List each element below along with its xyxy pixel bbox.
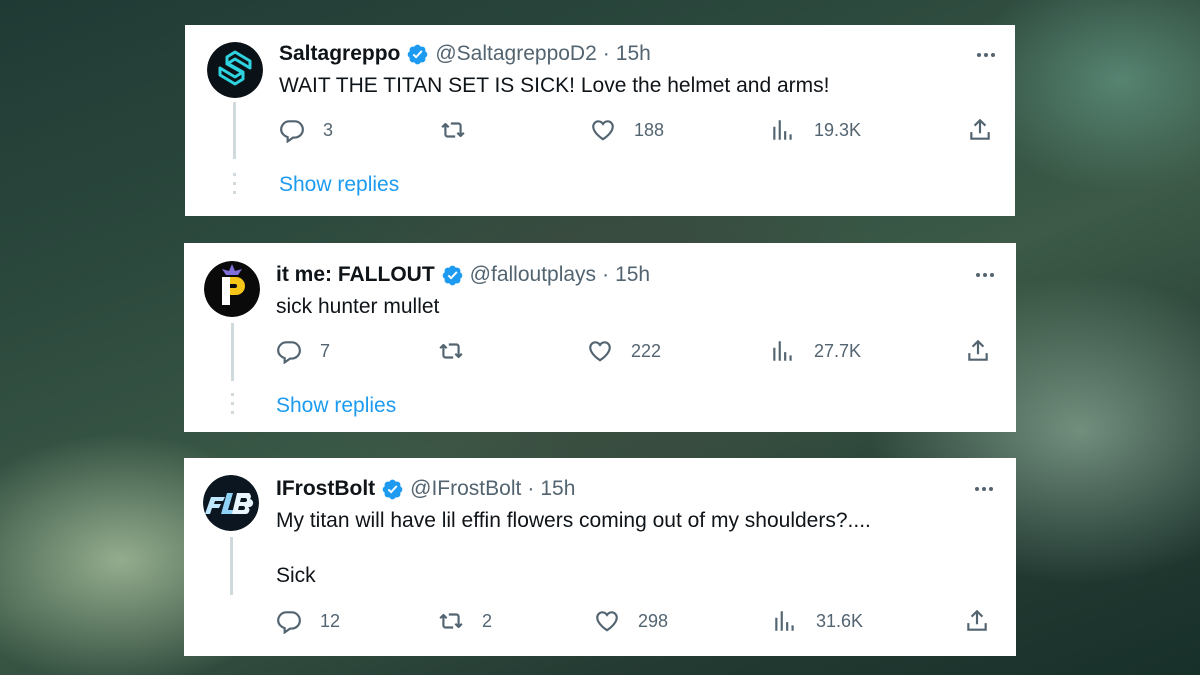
more-icon[interactable] (972, 477, 996, 501)
tweet-card[interactable]: it me: FALLOUT @falloutplays · 15h sick … (184, 243, 1016, 432)
verified-badge-icon (381, 478, 404, 501)
reply-count: 12 (320, 610, 341, 631)
views-count: 19.3K (814, 119, 862, 140)
views-button[interactable]: 19.3K (770, 117, 861, 143)
retweet-count: 2 (482, 610, 493, 631)
avatar[interactable] (207, 42, 263, 98)
separator: · (602, 263, 610, 286)
views-button[interactable]: 27.7K (770, 338, 861, 364)
tweet-card[interactable]: Saltagreppo @SaltagreppoD2 · 15h WAIT TH… (185, 25, 1015, 216)
retweet-icon (438, 338, 464, 364)
tweet-header: IFrostBolt @IFrostBolt · 15h (276, 476, 575, 502)
avatar[interactable] (204, 261, 260, 317)
tweet-text: My titan will have lil effin flowers com… (276, 509, 871, 532)
retweet-icon (440, 117, 466, 143)
timestamp[interactable]: 15h (615, 262, 650, 288)
separator: · (527, 477, 535, 500)
share-button[interactable] (965, 338, 991, 364)
show-replies-link[interactable]: Show replies (276, 394, 396, 418)
views-icon (770, 338, 796, 364)
tweet-text-line: Sick (276, 564, 316, 587)
reply-icon (279, 117, 305, 143)
verified-badge-icon (406, 43, 429, 66)
thread-line (233, 102, 236, 159)
thread-line (230, 537, 233, 595)
handle[interactable]: @IFrostBolt (410, 476, 521, 502)
views-count: 27.7K (814, 340, 862, 361)
thread-line (231, 323, 234, 381)
display-name[interactable]: Saltagreppo (279, 41, 400, 67)
retweet-button[interactable] (440, 117, 484, 143)
like-button[interactable]: 188 (590, 117, 664, 143)
tweet-text: WAIT THE TITAN SET IS SICK! Love the hel… (279, 74, 830, 97)
reply-button[interactable]: 12 (276, 608, 340, 634)
reply-button[interactable]: 3 (279, 117, 333, 143)
avatar[interactable] (203, 475, 259, 531)
display-name[interactable]: it me: FALLOUT (276, 262, 435, 288)
like-button[interactable]: 222 (587, 338, 661, 364)
like-icon (594, 608, 620, 634)
views-icon (772, 608, 798, 634)
like-count: 298 (638, 610, 669, 631)
display-name[interactable]: IFrostBolt (276, 476, 375, 502)
timestamp[interactable]: 15h (616, 41, 651, 67)
thread-dots (233, 173, 236, 199)
retweet-icon (438, 608, 464, 634)
tweet-header: Saltagreppo @SaltagreppoD2 · 15h (279, 41, 651, 67)
share-icon (967, 117, 993, 143)
verified-badge-icon (441, 264, 464, 287)
share-button[interactable] (967, 117, 993, 143)
tweet-header: it me: FALLOUT @falloutplays · 15h (276, 262, 650, 288)
reply-icon (276, 608, 302, 634)
share-icon (964, 608, 990, 634)
timestamp[interactable]: 15h (540, 476, 575, 502)
handle[interactable]: @SaltagreppoD2 (435, 41, 596, 67)
thread-dots (231, 393, 234, 419)
like-count: 188 (634, 119, 665, 140)
reply-count: 3 (323, 119, 334, 140)
views-button[interactable]: 31.6K (772, 608, 863, 634)
views-count: 31.6K (816, 610, 864, 631)
separator: · (602, 42, 610, 65)
like-icon (590, 117, 616, 143)
retweet-button[interactable]: 2 (438, 608, 492, 634)
like-button[interactable]: 298 (594, 608, 668, 634)
tweet-card[interactable]: IFrostBolt @IFrostBolt · 15h My titan wi… (184, 458, 1016, 656)
reply-icon (276, 338, 302, 364)
reply-count: 7 (320, 340, 331, 361)
more-icon[interactable] (974, 43, 998, 67)
share-icon (965, 338, 991, 364)
views-icon (770, 117, 796, 143)
tweet-text: sick hunter mullet (276, 295, 440, 318)
like-count: 222 (631, 340, 662, 361)
more-icon[interactable] (973, 263, 997, 287)
retweet-button[interactable] (438, 338, 482, 364)
share-button[interactable] (964, 608, 990, 634)
like-icon (587, 338, 613, 364)
show-replies-link[interactable]: Show replies (279, 173, 399, 197)
reply-button[interactable]: 7 (276, 338, 330, 364)
handle[interactable]: @falloutplays (470, 262, 596, 288)
